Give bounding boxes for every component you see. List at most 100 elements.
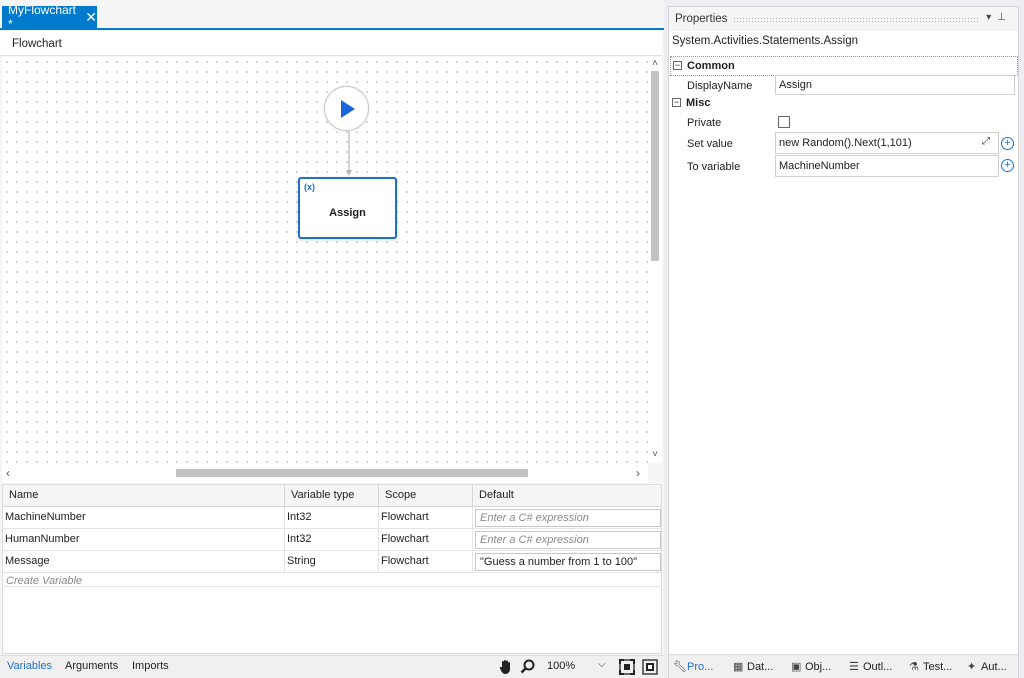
- scroll-up-icon[interactable]: ˄: [648, 58, 662, 69]
- pan-hand-icon[interactable]: [497, 658, 515, 676]
- tab-test-explorer[interactable]: ⚗ Test...: [909, 660, 952, 673]
- properties-title-bar: Properties ▾⊥: [669, 7, 1018, 31]
- variables-grid: Name Variable type Scope Default Machine…: [2, 484, 662, 654]
- wrench-icon: 🔧︎: [673, 661, 687, 673]
- tab-label: Obj...: [805, 661, 832, 673]
- category-label: Misc: [686, 97, 711, 109]
- tab-imports[interactable]: Imports: [132, 660, 169, 672]
- tab-variables[interactable]: Variables: [7, 660, 52, 672]
- collapse-icon[interactable]: −: [673, 61, 682, 70]
- variable-name[interactable]: HumanNumber: [3, 529, 285, 551]
- collapse-icon[interactable]: −: [672, 98, 681, 107]
- set-value-field[interactable]: new Random().Next(1,101): [775, 132, 999, 154]
- property-label: Private: [687, 117, 722, 129]
- drag-grip[interactable]: [733, 17, 979, 22]
- variable-scope[interactable]: Flowchart: [379, 551, 473, 573]
- document-tabstrip: MyFlowchart * ✕: [0, 3, 664, 31]
- data-icon: ▦: [733, 661, 744, 673]
- object-icon: ▣: [791, 661, 802, 673]
- variable-name[interactable]: MachineNumber: [3, 507, 285, 529]
- default-expression-input[interactable]: Enter a C# expression: [475, 509, 661, 527]
- variable-type[interactable]: String: [285, 551, 379, 573]
- to-variable-field[interactable]: MachineNumber: [775, 155, 999, 177]
- expand-editor-icon[interactable]: ⤢: [982, 136, 990, 147]
- pin-icon[interactable]: ⊥: [997, 12, 1012, 23]
- category-common[interactable]: − Common: [670, 56, 1018, 76]
- zoom-icon[interactable]: [519, 658, 537, 676]
- column-header-type[interactable]: Variable type: [285, 485, 379, 507]
- flowchart-canvas[interactable]: (x) Assign: [2, 57, 648, 463]
- properties-bottom-tabs: 🔧︎Pro... ▦ Dat... ▣ Obj... ☰ Outl... ⚗ Test.…: [669, 654, 1018, 678]
- properties-panel: Properties ▾⊥ System.Activities.Statemen…: [668, 6, 1019, 678]
- document-tab[interactable]: MyFlowchart * ✕: [2, 3, 97, 31]
- column-header-name[interactable]: Name: [3, 485, 285, 507]
- tab-label: Pro...: [687, 661, 714, 673]
- default-expression-input[interactable]: Enter a C# expression: [475, 531, 661, 549]
- table-row[interactable]: MachineNumber Int32 Flowchart Enter a C#…: [3, 507, 661, 529]
- vertical-scrollbar[interactable]: ˄ ˅: [648, 57, 662, 463]
- column-header-scope[interactable]: Scope: [379, 485, 473, 507]
- default-expression-input[interactable]: "Guess a number from 1 to 100": [475, 553, 661, 571]
- connector-arrow[interactable]: [345, 131, 353, 177]
- scroll-left-icon[interactable]: ‹: [6, 466, 10, 480]
- category-label: Common: [687, 60, 735, 72]
- table-row[interactable]: HumanNumber Int32 Flowchart Enter a C# e…: [3, 529, 661, 551]
- dropdown-icon[interactable]: ▾: [986, 12, 997, 23]
- horizontal-scrollbar[interactable]: ‹ ›: [2, 463, 648, 483]
- add-icon[interactable]: +: [1001, 159, 1014, 172]
- variable-scope[interactable]: Flowchart: [379, 507, 473, 529]
- tab-arguments[interactable]: Arguments: [65, 660, 118, 672]
- property-label: To variable: [687, 161, 741, 173]
- set-value-text: new Random().Next(1,101): [779, 137, 912, 149]
- category-misc[interactable]: − Misc: [670, 94, 1018, 114]
- pane-controls: ▾⊥: [986, 12, 1012, 23]
- property-row-private: Private: [670, 112, 1018, 132]
- scroll-down-icon[interactable]: ˅: [648, 449, 662, 460]
- add-icon[interactable]: +: [1001, 137, 1014, 150]
- test-flask-icon: ⚗: [909, 661, 919, 673]
- tab-object-repository[interactable]: ▣ Obj...: [791, 660, 831, 673]
- property-row-displayname: DisplayName Assign: [670, 75, 1018, 95]
- overview-map-icon[interactable]: [641, 658, 659, 676]
- variable-type[interactable]: Int32: [285, 529, 379, 551]
- tab-label: Aut...: [981, 661, 1007, 673]
- property-label: DisplayName: [687, 80, 753, 92]
- create-variable-row[interactable]: [3, 573, 661, 587]
- selected-activity-type: System.Activities.Statements.Assign: [672, 35, 858, 47]
- grid-header-row: Name Variable type Scope Default: [3, 485, 661, 507]
- column-header-default[interactable]: Default: [473, 485, 661, 507]
- table-row[interactable]: Message String Flowchart "Guess a number…: [3, 551, 661, 573]
- vertical-scroll-thumb[interactable]: [651, 71, 659, 261]
- designer-panel: MyFlowchart * ✕ Flowchart (x) Assign ˄ ˅…: [0, 0, 664, 678]
- variable-type[interactable]: Int32: [285, 507, 379, 529]
- property-row-to-variable: To variable MachineNumber +: [670, 155, 1018, 177]
- breadcrumb-item[interactable]: Flowchart: [12, 38, 62, 50]
- tab-autopilot[interactable]: ✦ Aut...: [967, 660, 1007, 673]
- scroll-right-icon[interactable]: ›: [636, 466, 640, 480]
- tab-data-manager[interactable]: ▦ Dat...: [733, 660, 773, 673]
- property-label: Set value: [687, 138, 733, 150]
- outline-icon: ☰: [849, 661, 859, 673]
- variable-scope[interactable]: Flowchart: [379, 529, 473, 551]
- tab-properties[interactable]: 🔧︎Pro...: [673, 660, 713, 673]
- breadcrumb[interactable]: Flowchart: [0, 31, 662, 56]
- play-icon: [341, 100, 355, 118]
- horizontal-scroll-thumb[interactable]: [176, 469, 528, 477]
- variable-name[interactable]: Message: [3, 551, 285, 573]
- assign-node-label: Assign: [329, 207, 366, 219]
- properties-title: Properties: [675, 13, 728, 25]
- flowchart-start-node[interactable]: [324, 86, 369, 131]
- tab-label: Dat...: [747, 661, 774, 673]
- assign-activity-node[interactable]: (x) Assign: [298, 177, 397, 239]
- fit-to-screen-icon[interactable]: [618, 658, 636, 676]
- tab-outline[interactable]: ☰ Outl...: [849, 660, 892, 673]
- property-row-set-value: Set value new Random().Next(1,101) ⤢ +: [670, 132, 1018, 154]
- close-icon[interactable]: ✕: [85, 10, 97, 24]
- zoom-level[interactable]: 100%: [547, 660, 575, 672]
- chevron-down-icon[interactable]: ⌵: [598, 659, 606, 670]
- document-tab-title: MyFlowchart *: [8, 3, 77, 31]
- displayname-field[interactable]: Assign: [775, 75, 1015, 95]
- tab-label: Test...: [923, 661, 953, 673]
- private-checkbox[interactable]: [778, 116, 790, 128]
- create-variable-link[interactable]: Create Variable: [6, 575, 82, 587]
